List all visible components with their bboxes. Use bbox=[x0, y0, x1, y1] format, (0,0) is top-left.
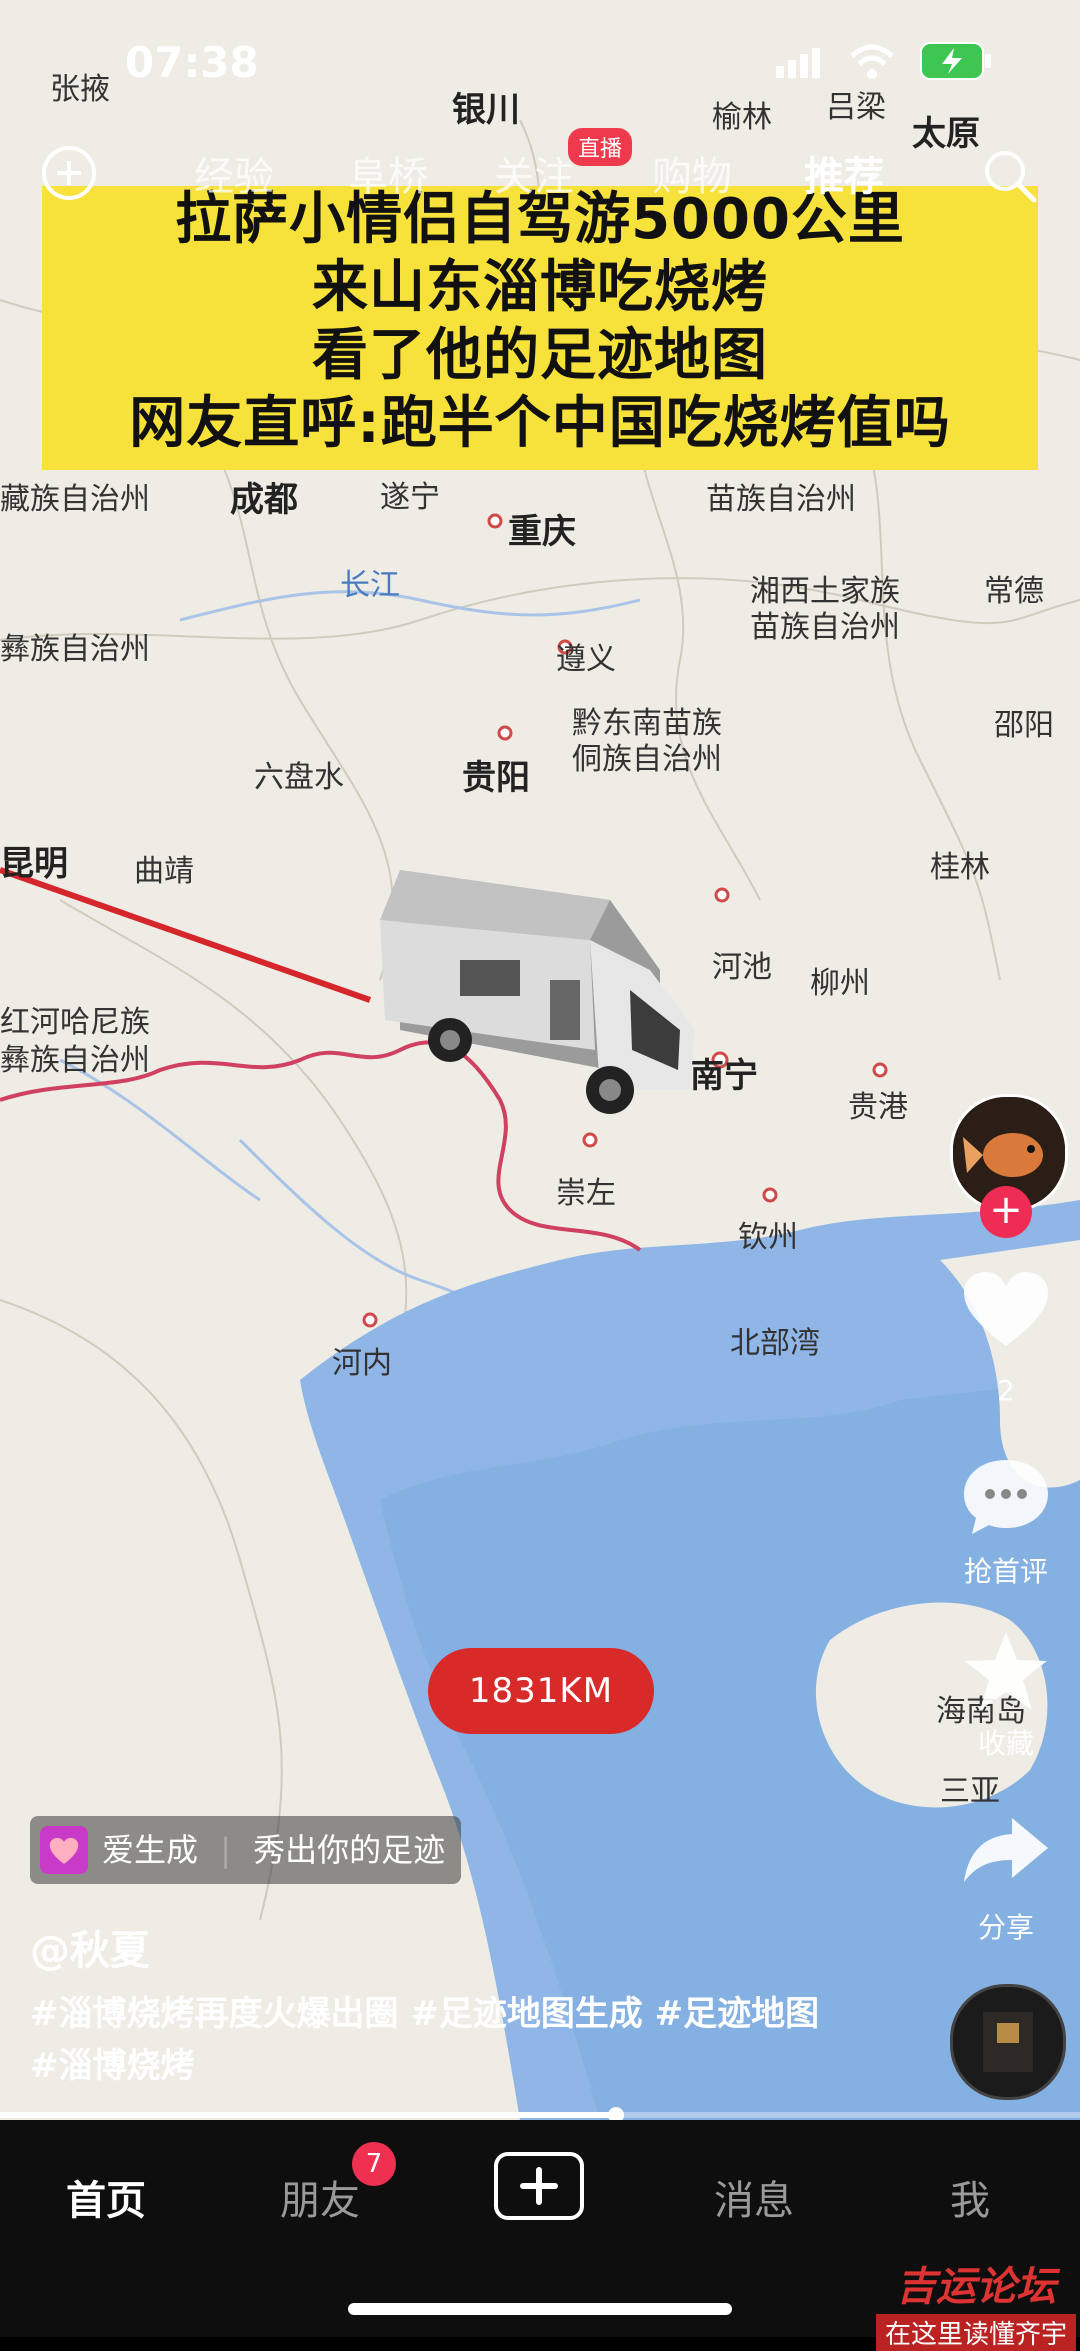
map-label-qujing: 曲靖 bbox=[134, 854, 194, 889]
map-label-guigang: 贵港 bbox=[848, 1090, 908, 1125]
watermark-line-2: 在这里读懂齐宇 bbox=[876, 2314, 1076, 2351]
author-name[interactable]: @秋夏 bbox=[30, 1918, 150, 1976]
template-name: 爱生成 bbox=[102, 1831, 199, 1869]
wifi-icon bbox=[850, 44, 894, 79]
map-label-yulin: 榆林 bbox=[712, 100, 772, 135]
plus-icon bbox=[520, 2167, 558, 2205]
tab-local[interactable]: 阜桥 bbox=[348, 144, 428, 202]
map-label-honghe: 红河哈尼族 彝族自治州 bbox=[0, 1005, 150, 1078]
map-label-xiangxi: 湘西土家族 苗族自治州 bbox=[750, 574, 900, 645]
map-label-hanoi: 河内 bbox=[332, 1346, 392, 1381]
follow-plus-button[interactable]: + bbox=[980, 1186, 1032, 1238]
map-label-nanning: 南宁 bbox=[690, 1056, 758, 1096]
map-label-qiandongnan: 黔东南苗族 侗族自治州 bbox=[572, 706, 722, 777]
template-action: 秀出你的足迹 bbox=[253, 1831, 446, 1869]
banner-line-4: 网友直呼:跑半个中国吃烧烤值吗 bbox=[129, 391, 951, 456]
map-label-yi-top: 彝族自治州 bbox=[0, 632, 150, 667]
map-label-qinzhou: 钦州 bbox=[738, 1220, 798, 1255]
tab-following[interactable]: 关注 bbox=[494, 144, 574, 202]
nav-me[interactable]: 我 bbox=[950, 2168, 990, 2226]
map-label-miao-top: 苗族自治州 bbox=[706, 482, 856, 517]
map-label-changjiang: 长江 bbox=[340, 568, 400, 603]
tab-experience[interactable]: 经验 bbox=[194, 144, 274, 202]
share-arrow-icon[interactable] bbox=[962, 1814, 1050, 1884]
map-label-shaoyang: 邵阳 bbox=[994, 708, 1054, 743]
map-label-aba: 藏族自治州 bbox=[0, 482, 150, 517]
playback-progress-fill bbox=[0, 2112, 616, 2118]
watermark-line-1: 吉运论坛 bbox=[896, 2264, 1056, 2310]
battery-charging-icon bbox=[920, 42, 991, 80]
playback-progress-knob[interactable] bbox=[607, 2107, 624, 2120]
nav-home[interactable]: 首页 bbox=[66, 2168, 146, 2226]
comment-icon[interactable] bbox=[962, 1456, 1050, 1536]
video-frame[interactable]: 银川 榆林 吕梁 太原 张掖 藏族自治州 成都 遂宁 苗族自治州 重庆 长江 湘… bbox=[0, 0, 1080, 2120]
tab-recommended[interactable]: 推荐 bbox=[804, 144, 884, 202]
music-disc[interactable] bbox=[950, 1984, 1066, 2100]
live-badge[interactable]: 直播 bbox=[568, 128, 633, 166]
forum-watermark: 吉运论坛 在这里读懂齐宇 bbox=[876, 2254, 1076, 2351]
signal-icon bbox=[776, 48, 820, 78]
playback-progress-bar[interactable] bbox=[0, 2107, 1080, 2120]
tag-divider: | bbox=[220, 1831, 231, 1869]
banner-line-2: 来山东淄博吃烧烤 bbox=[312, 255, 768, 320]
add-friend-icon[interactable] bbox=[40, 144, 98, 202]
favorite-label: 收藏 bbox=[977, 1727, 1034, 1760]
tab-shopping[interactable]: 购物 bbox=[652, 144, 732, 202]
distance-pill: 1831KM bbox=[428, 1648, 654, 1734]
nav-messages[interactable]: 消息 bbox=[714, 2168, 794, 2226]
map-label-liuzhou: 柳州 bbox=[810, 966, 870, 1001]
map-label-hechi: 河池 bbox=[712, 950, 772, 985]
map-label-kunming: 昆明 bbox=[0, 844, 68, 884]
post-description[interactable]: #淄博烧烤再度火爆出圈 #足迹地图生成 #足迹地图 #淄博烧烤 bbox=[30, 1988, 830, 2092]
map-label-suining: 遂宁 bbox=[380, 480, 440, 515]
status-time: 07:38 bbox=[125, 38, 259, 87]
map-label-chengdu: 成都 bbox=[230, 480, 298, 520]
nav-friends[interactable]: 朋友 bbox=[280, 2168, 360, 2226]
map-label-liupanshui: 六盘水 bbox=[254, 760, 344, 795]
comment-label: 抢首评 bbox=[963, 1555, 1048, 1588]
map-label-guilin: 桂林 bbox=[930, 850, 990, 885]
camper-van-image bbox=[380, 870, 695, 1114]
template-tag[interactable]: 爱生成 | 秀出你的足迹 bbox=[30, 1816, 462, 1884]
map-label-sanya: 三亚 bbox=[940, 1774, 1000, 1809]
banner-line-3: 看了他的足迹地图 bbox=[312, 323, 768, 388]
map-label-chongqing: 重庆 bbox=[508, 512, 576, 552]
map-label-changde: 常德 bbox=[984, 574, 1044, 609]
map-label-guiyang: 贵阳 bbox=[462, 758, 530, 798]
top-tab-bar: 经验 阜桥 关注 直播 购物 推荐 bbox=[0, 128, 1080, 204]
heart-app-icon bbox=[40, 1826, 88, 1874]
title-banner: 拉萨小情侣自驾游5000公里 来山东淄博吃烧烤 看了他的足迹地图 网友直呼:跑半… bbox=[42, 186, 1038, 470]
like-count: 2 bbox=[997, 1374, 1015, 1407]
status-bar: 07:38 bbox=[0, 38, 1080, 98]
share-label: 分享 bbox=[977, 1911, 1034, 1944]
heart-icon[interactable] bbox=[962, 1270, 1050, 1350]
star-favorite-icon[interactable] bbox=[962, 1628, 1050, 1712]
search-icon[interactable] bbox=[982, 148, 1038, 204]
map-label-beibuwan: 北部湾 bbox=[730, 1326, 820, 1361]
map-label-zunyi: 遵义 bbox=[556, 642, 616, 677]
map-label-chongzuo: 崇左 bbox=[556, 1176, 616, 1211]
friends-badge: 7 bbox=[352, 2142, 396, 2186]
create-post-button[interactable] bbox=[494, 2152, 584, 2220]
home-indicator[interactable] bbox=[348, 2303, 732, 2315]
music-cover-image bbox=[953, 1987, 1063, 2097]
